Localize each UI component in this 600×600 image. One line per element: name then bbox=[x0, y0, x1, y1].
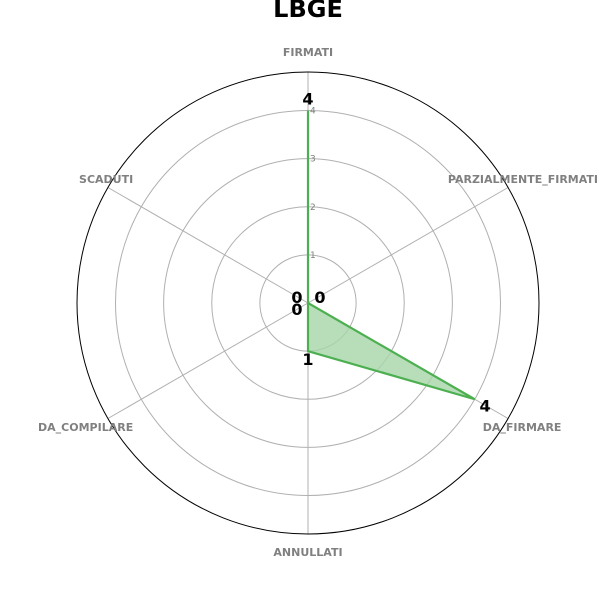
radar-chart: LBGE 1 2 3 4 FIRMATI PARZIALMENTE_FIRMATI DA_… bbox=[38, 0, 598, 559]
r-tick-label: 2 bbox=[310, 203, 316, 213]
value-label: 4 bbox=[302, 90, 313, 109]
category-label-da-firmare: DA_FIRMARE bbox=[483, 421, 562, 434]
chart-title: LBGE bbox=[273, 0, 343, 23]
value-label: 1 bbox=[302, 350, 313, 369]
value-label: 0 bbox=[291, 288, 302, 307]
value-label: 0 bbox=[314, 288, 325, 307]
value-label: 4 bbox=[480, 396, 491, 415]
tick-labels: 1234 bbox=[310, 107, 316, 261]
r-tick-label: 1 bbox=[310, 251, 316, 261]
category-label-firmati: FIRMATI bbox=[283, 46, 333, 59]
category-label-scaduti: SCADUTI bbox=[79, 173, 133, 186]
spoke-4 bbox=[107, 302, 309, 419]
spoke-1 bbox=[307, 187, 509, 304]
spoke-5 bbox=[107, 187, 309, 304]
category-label-annullati: ANNULLATI bbox=[273, 546, 342, 559]
category-label-da-compilare: DA_COMPILARE bbox=[38, 421, 133, 434]
r-tick-label: 3 bbox=[310, 155, 316, 165]
category-label-parzialmente-firmati: PARZIALMENTE_FIRMATI bbox=[448, 173, 598, 186]
